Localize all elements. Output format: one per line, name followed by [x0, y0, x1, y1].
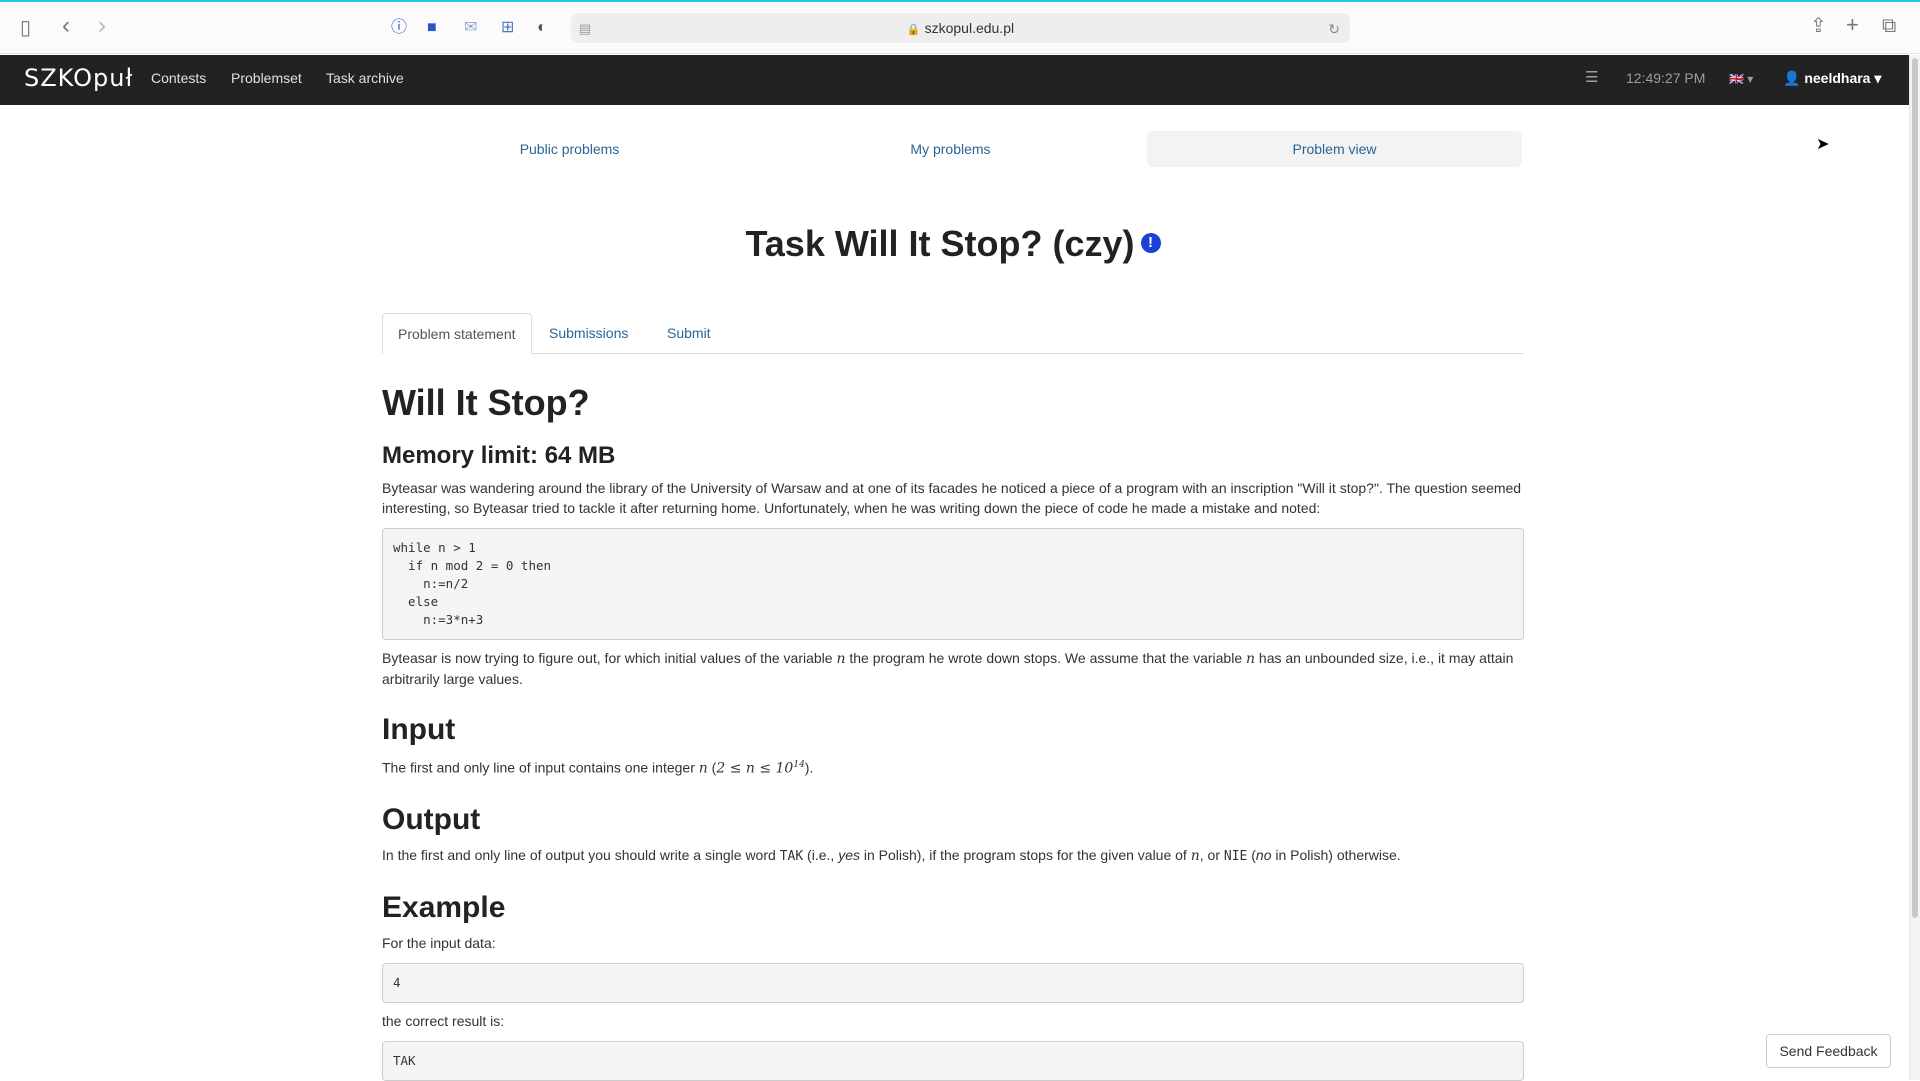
menu-list-icon[interactable]: ☰: [1585, 68, 1598, 86]
statement-paragraph: Byteasar is now trying to figure out, fo…: [382, 648, 1524, 689]
tab-submissions[interactable]: Submissions: [534, 313, 643, 354]
language-flag-icon[interactable]: 🇬🇧 ▾: [1729, 72, 1753, 86]
clock-time: 12:49:27 PM: [1626, 70, 1706, 86]
statement-intro: Byteasar was wandering around the librar…: [382, 480, 1522, 516]
browser-toolbar: ▯ ‹ › ⓘ ■ ✉ ⊞ ◐ ▤ 🔒 szkopul.edu.pl ↻ ⇪ + …: [0, 2, 1920, 54]
para-text: ).: [804, 759, 814, 776]
share-icon[interactable]: ⇪: [1810, 16, 1827, 36]
emphasis: no: [1255, 846, 1272, 863]
memory-limit: Memory limit: 64 MB: [382, 442, 616, 469]
para-text: (i.e.,: [803, 846, 839, 863]
user-menu[interactable]: 👤 neeldhara ▾: [1783, 70, 1881, 87]
bitwarden-extension-icon[interactable]: ■: [427, 18, 437, 38]
subnav-public-problems[interactable]: Public problems: [382, 131, 757, 167]
math-var: n: [1246, 651, 1256, 667]
para-text: In the first and only line of output you…: [382, 846, 780, 863]
privacy-extension-icon[interactable]: ◐: [537, 18, 547, 38]
code-word: NIE: [1223, 848, 1248, 864]
para-text: in Polish) otherwise.: [1271, 846, 1401, 863]
math-var: n: [698, 760, 708, 777]
scrollbar-thumb[interactable]: [1912, 58, 1918, 918]
subnav-problem-view[interactable]: Problem view: [1147, 131, 1522, 167]
math-exponent: 14: [793, 760, 805, 770]
page-scrollbar[interactable]: [1909, 55, 1920, 1080]
output-description: In the first and only line of output you…: [382, 845, 1524, 867]
tabs-icon[interactable]: ⧉: [1882, 16, 1896, 36]
sidebar-icon[interactable]: ▯: [20, 18, 31, 38]
sample-input-box: 4: [382, 962, 1524, 1003]
mail-extension-icon[interactable]: ✉: [464, 18, 477, 38]
para-text: , or: [1199, 846, 1224, 863]
password-extension-icon[interactable]: ⓘ: [391, 18, 407, 38]
mouse-cursor-icon: ➤: [1816, 136, 1830, 153]
sample-output-box: TAK: [382, 1040, 1524, 1081]
send-feedback-button[interactable]: Send Feedback: [1766, 1034, 1891, 1068]
url-label: szkopul.edu.pl: [924, 20, 1015, 36]
nav-problemset[interactable]: Problemset: [231, 70, 302, 86]
url-text: 🔒 szkopul.edu.pl: [571, 20, 1350, 36]
main-content: Public problems My problems Problem view…: [382, 105, 1524, 1081]
example-heading: Example: [382, 890, 506, 924]
math-constraint: 2 ≤ n ≤ 10: [716, 760, 794, 777]
subnav-my-problems[interactable]: My problems: [763, 131, 1138, 167]
emphasis: yes: [838, 846, 860, 863]
user-icon: 👤: [1783, 70, 1801, 86]
page-title: Task Will It Stop? (czy)!: [382, 223, 1524, 265]
output-heading: Output: [382, 802, 481, 836]
para-text: in Polish), if the program stops for the…: [859, 846, 1191, 863]
example-output-label: the correct result is:: [382, 1012, 505, 1029]
site-navbar: SZKOpuł Contests Problemset Task archive…: [0, 55, 1909, 105]
problem-tabs: Problem statement Submissions Submit: [382, 313, 1524, 354]
address-bar[interactable]: ▤ 🔒 szkopul.edu.pl ↻: [571, 13, 1350, 43]
tab-submit[interactable]: Submit: [652, 313, 726, 354]
caret-down-icon: ▾: [1874, 70, 1882, 86]
problem-subnav: Public problems My problems Problem view: [382, 105, 1524, 185]
tab-problem-statement[interactable]: Problem statement: [382, 313, 532, 354]
reload-icon[interactable]: ↻: [1328, 19, 1340, 39]
para-text: Byteasar is now trying to figure out, fo…: [382, 650, 837, 666]
code-block: while n > 1 if n mod 2 = 0 then n:=n/2 e…: [382, 528, 1524, 640]
para-text: The first and only line of input contain…: [382, 759, 699, 776]
nav-task-archive[interactable]: Task archive: [326, 70, 404, 86]
input-heading: Input: [382, 713, 456, 746]
page-title-text: Task Will It Stop? (czy): [745, 223, 1135, 264]
plus-icon[interactable]: +: [1846, 14, 1859, 36]
math-var: n: [1190, 847, 1200, 864]
example-input-label: For the input data:: [382, 934, 496, 951]
username: neeldhara: [1804, 70, 1871, 86]
chevron-right-icon[interactable]: ›: [98, 14, 106, 38]
info-icon[interactable]: !: [1140, 233, 1161, 254]
input-description: The first and only line of input contain…: [382, 755, 1524, 779]
para-text: the program he wrote down stops. We assu…: [845, 650, 1246, 666]
translate-extension-icon[interactable]: ⊞: [501, 18, 514, 38]
code-word: TAK: [779, 848, 804, 864]
lock-icon: 🔒: [906, 24, 921, 36]
site-logo[interactable]: SZKOpuł: [24, 64, 133, 92]
statement-heading: Will It Stop?: [382, 382, 590, 423]
chevron-left-icon[interactable]: ‹: [62, 14, 70, 38]
para-text: (: [1247, 846, 1256, 863]
nav-contests[interactable]: Contests: [151, 70, 206, 86]
